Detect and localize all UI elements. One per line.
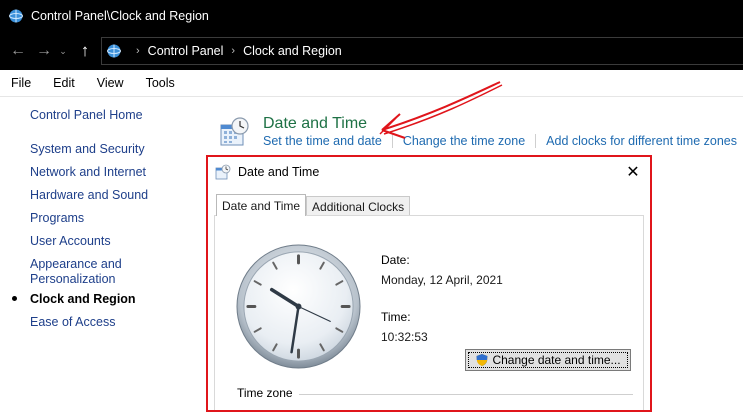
tab-date-and-time[interactable]: Date and Time	[216, 194, 307, 216]
up-arrow-icon[interactable]: ↑	[74, 40, 96, 62]
sidebar-item-hardware-and-sound[interactable]: Hardware and Sound	[30, 188, 148, 203]
calendar-clock-icon	[220, 117, 249, 146]
tab-additional-clocks[interactable]: Additional Clocks	[306, 196, 411, 216]
date-label: Date:	[381, 253, 410, 267]
menu-view[interactable]: View	[97, 76, 124, 90]
time-label: Time:	[381, 310, 411, 324]
time-value: 10:32:53	[381, 330, 428, 344]
sidebar-item-user-accounts[interactable]: User Accounts	[30, 234, 111, 249]
add-clocks-link[interactable]: Add clocks for different time zones	[546, 134, 737, 148]
dialog-title-bar: Date and Time	[208, 157, 650, 187]
window-title: Control Panel\Clock and Region	[31, 9, 209, 23]
breadcrumb-clock-and-region[interactable]: Clock and Region	[243, 44, 342, 58]
breadcrumb-control-panel[interactable]: Control Panel	[148, 44, 224, 58]
change-date-and-time-label: Change date and time...	[492, 353, 621, 367]
menu-tools[interactable]: Tools	[146, 76, 175, 90]
sidebar-item-clock-and-region[interactable]: Clock and Region	[30, 292, 136, 307]
sidebar-item-system-and-security[interactable]: System and Security	[30, 142, 145, 157]
analog-clock-icon	[236, 244, 361, 369]
control-panel-window: Control Panel\Clock and Region ← → ⌄ ↑ ›…	[0, 0, 743, 412]
menu-edit[interactable]: Edit	[53, 76, 75, 90]
tab-panel: Date: Monday, 12 April, 2021 Time: 10:32…	[214, 215, 644, 410]
section-title[interactable]: Date and Time	[263, 115, 367, 133]
calendar-clock-icon	[215, 164, 231, 180]
dialog-title: Date and Time	[238, 165, 320, 179]
active-bullet-icon	[12, 296, 17, 301]
link-separator	[535, 134, 537, 148]
control-panel-icon	[9, 9, 23, 23]
date-and-time-dialog: Date and Time ✕ Date and Time Additional…	[206, 155, 652, 412]
uac-shield-icon	[476, 354, 488, 366]
sidebar: Control Panel Home System and Security N…	[0, 97, 200, 412]
close-icon[interactable]: ✕	[623, 162, 643, 182]
sidebar-item-control-panel-home[interactable]: Control Panel Home	[30, 108, 143, 123]
address-bar[interactable]: › Control Panel › Clock and Region	[101, 37, 743, 65]
sidebar-item-programs[interactable]: Programs	[30, 211, 84, 226]
navigation-bar: ← → ⌄ ↑ › Control Panel › Clock and Regi…	[0, 32, 743, 70]
control-panel-icon	[107, 44, 121, 58]
annotation-arrow-icon	[379, 81, 503, 139]
change-date-and-time-button[interactable]: Change date and time...	[465, 349, 631, 371]
sidebar-item-appearance-line1[interactable]: Appearance and	[30, 257, 122, 272]
time-zone-divider	[299, 394, 633, 395]
sidebar-item-appearance-line2[interactable]: Personalization	[30, 272, 115, 287]
title-bar: Control Panel\Clock and Region	[0, 0, 743, 32]
dialog-tabs: Date and Time Additional Clocks	[216, 194, 411, 216]
breadcrumb-chevron-icon[interactable]: ›	[231, 45, 235, 57]
breadcrumb-chevron-icon[interactable]: ›	[136, 45, 140, 57]
menu-file[interactable]: File	[11, 76, 31, 90]
time-zone-label: Time zone	[237, 386, 293, 400]
back-arrow-icon[interactable]: ←	[7, 40, 29, 62]
sidebar-item-ease-of-access[interactable]: Ease of Access	[30, 315, 115, 330]
recent-locations-chevron-icon[interactable]: ⌄	[57, 40, 69, 62]
forward-arrow-icon[interactable]: →	[33, 40, 55, 62]
date-value: Monday, 12 April, 2021	[381, 273, 503, 287]
sidebar-item-network-and-internet[interactable]: Network and Internet	[30, 165, 146, 180]
